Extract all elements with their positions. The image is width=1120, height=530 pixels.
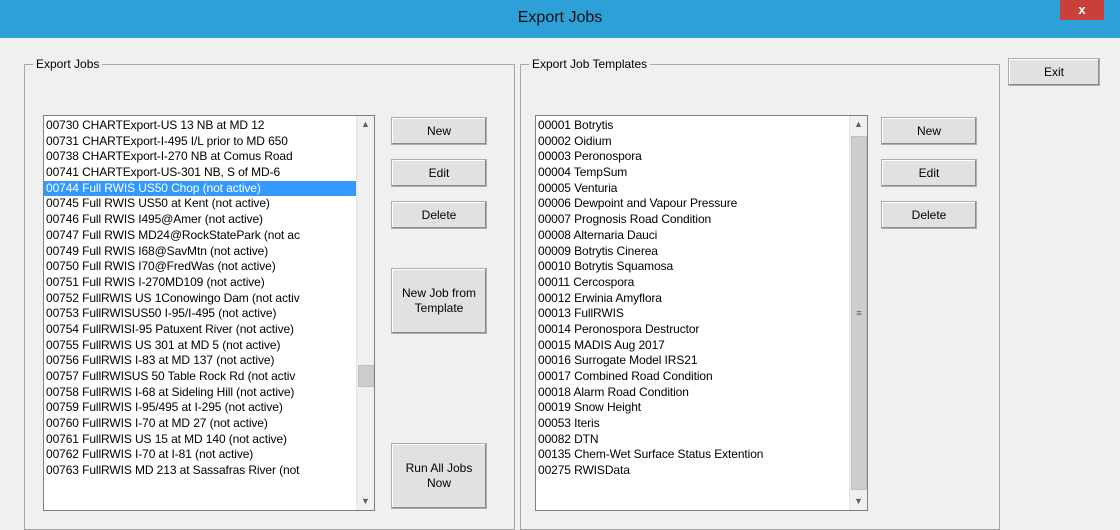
export-job-templates-group-label: Export Job Templates xyxy=(529,57,651,71)
exit-button-label: Exit xyxy=(1043,64,1064,79)
list-item[interactable]: 00135 Chem-Wet Surface Status Extention xyxy=(536,447,850,463)
list-item[interactable]: 00752 FullRWIS US 1Conowingo Dam (not ac… xyxy=(44,291,357,307)
exit-button[interactable]: Exit xyxy=(1008,58,1100,86)
templates-scrollbar[interactable]: ▲ ≡ ▼ xyxy=(849,116,867,510)
export-jobs-group-label: Export Jobs xyxy=(33,57,103,71)
export-job-templates-list[interactable]: 00001 Botrytis 00002 Oidium 00003 Peronosp… xyxy=(535,115,868,511)
list-item[interactable]: 00754 FullRWISI-95 Patuxent River (not a… xyxy=(44,322,357,338)
list-item[interactable]: 00003 Peronospora xyxy=(536,149,850,165)
list-item[interactable]: 00053 Iteris xyxy=(536,416,850,432)
delete-job-button-label: Delete xyxy=(421,207,457,222)
list-item[interactable]: 00759 FullRWIS I-95/495 at I-295 (not ac… xyxy=(44,400,357,416)
scroll-thumb[interactable]: ≡ xyxy=(851,136,867,490)
list-item[interactable]: 00275 RWISData xyxy=(536,463,850,479)
new-job-button[interactable]: New xyxy=(391,117,487,145)
list-item[interactable]: 00761 FullRWIS US 15 at MD 140 (not acti… xyxy=(44,432,357,448)
list-item[interactable]: 00753 FullRWISUS50 I-95/I-495 (not activ… xyxy=(44,306,357,322)
list-item[interactable]: 00741 CHARTExport-US-301 NB, S of MD-6 xyxy=(44,165,357,181)
list-item[interactable]: 00730 CHARTExport-US 13 NB at MD 12 xyxy=(44,118,357,134)
list-item[interactable]: 00756 FullRWIS I-83 at MD 137 (not activ… xyxy=(44,353,357,369)
delete-job-button[interactable]: Delete xyxy=(391,201,487,229)
export-jobs-list-items: 00730 CHARTExport-US 13 NB at MD 12 00731… xyxy=(44,116,357,510)
export-job-templates-group: Export Job Templates 00001 Botrytis 00002… xyxy=(520,57,1000,530)
list-item[interactable]: 00019 Snow Height xyxy=(536,400,850,416)
list-item[interactable]: 00731 CHARTExport-I-495 I/L prior to MD … xyxy=(44,134,357,150)
edit-job-button-label: Edit xyxy=(428,165,450,180)
scroll-thumb[interactable] xyxy=(358,365,374,387)
new-template-button-label: New xyxy=(916,123,941,138)
scroll-grip-icon: ≡ xyxy=(856,308,862,318)
list-item[interactable]: 00004 TempSum xyxy=(536,165,850,181)
list-item[interactable]: 00750 Full RWIS I70@FredWas (not active) xyxy=(44,259,357,275)
list-item[interactable]: 00011 Cercospora xyxy=(536,275,850,291)
new-job-from-template-button[interactable]: New Job from Template xyxy=(391,268,487,334)
list-item[interactable]: 00747 Full RWIS MD24@RockStatePark (not … xyxy=(44,228,357,244)
list-item[interactable]: 00751 Full RWIS I-270MD109 (not active) xyxy=(44,275,357,291)
list-item[interactable]: 00008 Alternaria Dauci xyxy=(536,228,850,244)
list-item[interactable]: 00005 Venturia xyxy=(536,181,850,197)
list-item[interactable]: 00014 Peronospora Destructor xyxy=(536,322,850,338)
scroll-down-icon[interactable]: ▼ xyxy=(357,493,374,510)
dialog-client-area: Export Jobs 00730 CHARTExport-US 13 NB a… xyxy=(8,38,1114,530)
list-item[interactable]: 00009 Botrytis Cinerea xyxy=(536,244,850,260)
list-item[interactable]: 00744 Full RWIS US50 Chop (not active) xyxy=(44,180,357,197)
scroll-up-icon[interactable]: ▲ xyxy=(357,116,374,133)
list-item[interactable]: 00745 Full RWIS US50 at Kent (not active… xyxy=(44,196,357,212)
edit-template-button[interactable]: Edit xyxy=(881,159,977,187)
list-item[interactable]: 00013 FullRWIS xyxy=(536,306,850,322)
scroll-up-icon[interactable]: ▲ xyxy=(850,116,867,133)
title-bar: Export Jobs x xyxy=(0,0,1120,38)
list-item[interactable]: 00006 Dewpoint and Vapour Pressure xyxy=(536,196,850,212)
list-item[interactable]: 00755 FullRWIS US 301 at MD 5 (not activ… xyxy=(44,338,357,354)
list-item[interactable]: 00016 Surrogate Model IRS21 xyxy=(536,353,850,369)
list-item[interactable]: 00757 FullRWISUS 50 Table Rock Rd (not a… xyxy=(44,369,357,385)
run-all-jobs-now-button[interactable]: Run All Jobs Now xyxy=(391,443,487,509)
list-item[interactable]: 00015 MADIS Aug 2017 xyxy=(536,338,850,354)
list-item[interactable]: 00002 Oidium xyxy=(536,134,850,150)
scroll-down-icon[interactable]: ▼ xyxy=(850,493,867,510)
edit-template-button-label: Edit xyxy=(918,165,940,180)
edit-job-button[interactable]: Edit xyxy=(391,159,487,187)
list-item[interactable]: 00749 Full RWIS I68@SavMtn (not active) xyxy=(44,244,357,260)
export-jobs-scrollbar[interactable]: ▲ ▼ xyxy=(356,116,374,510)
delete-template-button-label: Delete xyxy=(911,207,947,222)
run-all-jobs-now-label-line1: Run All Jobs xyxy=(405,461,473,475)
export-jobs-list[interactable]: 00730 CHARTExport-US 13 NB at MD 12 00731… xyxy=(43,115,375,511)
export-job-templates-list-items: 00001 Botrytis 00002 Oidium 00003 Peronosp… xyxy=(536,116,850,510)
export-jobs-group: Export Jobs 00730 CHARTExport-US 13 NB a… xyxy=(24,57,515,530)
new-job-from-template-label-line1: New Job from xyxy=(401,286,477,300)
list-item[interactable]: 00760 FullRWIS I-70 at MD 27 (not active… xyxy=(44,416,357,432)
list-item[interactable]: 00738 CHARTExport-I-270 NB at Comus Road xyxy=(44,149,357,165)
list-item[interactable]: 00758 FullRWIS I-68 at Sideling Hill (no… xyxy=(44,385,357,401)
run-all-jobs-now-label-line2: Now xyxy=(426,476,451,490)
list-item[interactable]: 00018 Alarm Road Condition xyxy=(536,385,850,401)
delete-template-button[interactable]: Delete xyxy=(881,201,977,229)
list-item[interactable]: 00762 FullRWIS I-70 at I-81 (not active) xyxy=(44,447,357,463)
list-item[interactable]: 00082 DTN xyxy=(536,432,850,448)
window-title: Export Jobs xyxy=(517,9,603,26)
new-job-from-template-label-line2: Template xyxy=(414,301,464,315)
list-item[interactable]: 00007 Prognosis Road Condition xyxy=(536,212,850,228)
list-item[interactable]: 00017 Combined Road Condition xyxy=(536,369,850,385)
list-item[interactable]: 00746 Full RWIS I495@Amer (not active) xyxy=(44,212,357,228)
new-template-button[interactable]: New xyxy=(881,117,977,145)
list-item[interactable]: 00010 Botrytis Squamosa xyxy=(536,259,850,275)
close-icon[interactable]: x xyxy=(1060,0,1104,20)
list-item[interactable]: 00001 Botrytis xyxy=(536,118,850,134)
new-job-button-label: New xyxy=(426,123,451,138)
list-item[interactable]: 00763 FullRWIS MD 213 at Sassafras River… xyxy=(44,463,357,479)
list-item[interactable]: 00012 Erwinia Amyflora xyxy=(536,291,850,307)
